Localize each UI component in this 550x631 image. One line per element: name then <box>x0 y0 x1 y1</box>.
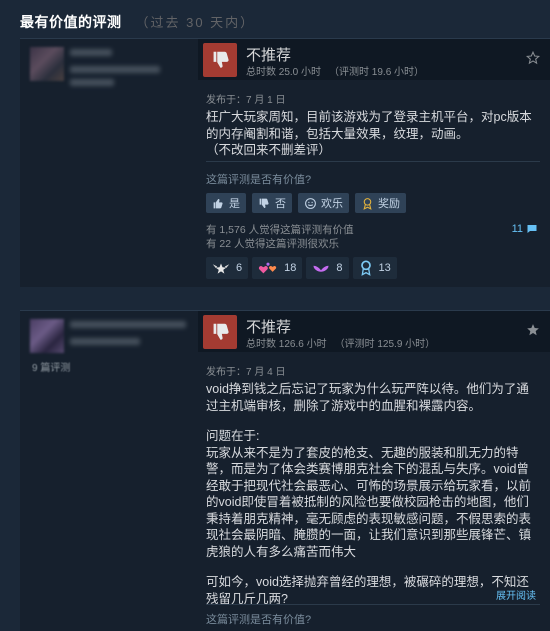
review-paragraph: void挣到钱之后忘记了玩家为什么玩严阵以待。他们为了通过主机端审核，删除了游戏… <box>206 382 529 413</box>
thumbs-down-icon <box>203 43 237 77</box>
award-button[interactable]: 奖励 <box>355 193 406 213</box>
awards-row: 6 18 8 13 <box>206 257 397 279</box>
award-item[interactable]: 6 <box>206 257 249 279</box>
helpful-stats: 有 1,576 人觉得这篇评测有价值 有 22 人觉得这篇评测很欢乐 <box>206 223 354 251</box>
comment-count-value: 11 <box>511 223 523 235</box>
review-verdict: 不推荐 <box>246 319 292 336</box>
review-paragraph: （不改回来不删差评） <box>206 143 332 157</box>
award-count: 8 <box>336 262 343 274</box>
funny-count: 有 22 人觉得这篇评测很欢乐 <box>206 238 340 250</box>
winged-award-icon <box>212 263 230 274</box>
reviewer-review-count[interactable]: 9 篇评测 <box>32 359 70 374</box>
wings-award-icon <box>313 265 329 272</box>
star-icon[interactable] <box>526 51 540 65</box>
award-count: 18 <box>284 262 297 274</box>
comment-count[interactable]: 11 <box>512 223 538 235</box>
reviewer-stat-blurred <box>70 66 160 73</box>
posted-date: 发布于：7 月 4 日 <box>206 367 286 378</box>
vote-buttons: 是 否 欢乐 奖励 <box>206 193 406 213</box>
reviewer-stat-blurred <box>70 79 114 86</box>
reviewer-stat-blurred <box>70 338 140 345</box>
section-header: 最有价值的评测 （过去 30 天内） <box>20 12 255 32</box>
review-body: 不推荐 总时数 25.0 小时 （评测时 19.6 小时） 发布于：7 月 1 日… <box>198 39 550 287</box>
section-title: 最有价值的评测 <box>20 14 122 30</box>
section-period: （过去 30 天内） <box>135 15 256 30</box>
review-card: 不推荐 总时数 25.0 小时 （评测时 19.6 小时） 发布于：7 月 1 日… <box>20 38 550 287</box>
vote-yes-button[interactable]: 是 <box>206 193 246 213</box>
thumbs-down-icon <box>203 315 237 349</box>
review-verdict: 不推荐 <box>246 47 292 64</box>
review-body: 不推荐 总时数 126.6 小时 （评测时 125.9 小时） 发布于：7 月 4… <box>198 311 550 631</box>
vote-header: 不推荐 总时数 126.6 小时 （评测时 125.9 小时） <box>198 311 550 352</box>
vote-yes-label: 是 <box>229 198 240 210</box>
award-item[interactable]: 13 <box>352 257 397 279</box>
award-label: 奖励 <box>378 198 400 210</box>
thumbs-down-icon <box>259 198 269 208</box>
award-item[interactable]: 8 <box>306 257 349 279</box>
helpful-question: 这篇评测是否有价值? <box>206 614 312 626</box>
helpful-count: 有 1,576 人觉得这篇评测有价值 <box>206 224 354 236</box>
vote-no-label: 否 <box>275 198 286 210</box>
award-count: 13 <box>378 262 391 274</box>
award-count: 6 <box>236 262 243 274</box>
expand-review-link[interactable]: 展开阅读 <box>496 587 536 602</box>
hearts-award-icon <box>259 262 277 274</box>
review-content: void挣到钱之后忘记了玩家为什么玩严阵以待。他们为了通过主机端审核，删除了游戏… <box>206 381 540 607</box>
vote-funny-label: 欢乐 <box>321 198 343 210</box>
divider <box>206 604 540 605</box>
review-paragraph: 可如今，void选择抛弃曾经的理想，被碾碎的理想，不知还残留几斤几两? <box>206 575 529 606</box>
star-icon[interactable] <box>526 323 540 337</box>
reviewer-name-blurred <box>70 321 186 328</box>
divider <box>206 161 540 162</box>
review-content: 枉广大玩家周知，目前该游戏为了登录主机平台，对pc版本的内存阉割和谐，包括大量效… <box>206 109 540 159</box>
review-card: 9 篇评测 不推荐 总时数 126.6 小时 （评测时 125.9 小时） 发布于… <box>20 310 550 631</box>
comment-icon <box>527 225 537 233</box>
hours-played: 总时数 126.6 小时 （评测时 125.9 小时） <box>246 339 436 350</box>
hours-played: 总时数 25.0 小时 （评测时 19.6 小时） <box>246 67 425 78</box>
vote-no-button[interactable]: 否 <box>252 193 292 213</box>
thumbs-up-icon <box>213 198 223 208</box>
award-item[interactable]: 18 <box>252 257 303 279</box>
avatar[interactable] <box>30 319 64 353</box>
review-paragraph: 枉广大玩家周知，目前该游戏为了登录主机平台，对pc版本的内存阉割和谐，包括大量效… <box>206 110 532 141</box>
reviewer-name-blurred <box>70 49 112 56</box>
smile-icon <box>305 197 316 209</box>
medal-award-icon <box>360 260 371 276</box>
avatar[interactable] <box>30 47 64 81</box>
helpful-question: 这篇评测是否有价值? <box>206 174 312 186</box>
vote-funny-button[interactable]: 欢乐 <box>298 193 349 213</box>
vote-header: 不推荐 总时数 25.0 小时 （评测时 19.6 小时） <box>198 39 550 80</box>
posted-date: 发布于：7 月 1 日 <box>206 95 286 106</box>
review-paragraph: 问题在于: 玩家从来不是为了套皮的枪支、无趣的服装和肌无力的特警，而是为了体会类… <box>206 429 532 559</box>
award-ribbon-icon <box>363 197 372 210</box>
